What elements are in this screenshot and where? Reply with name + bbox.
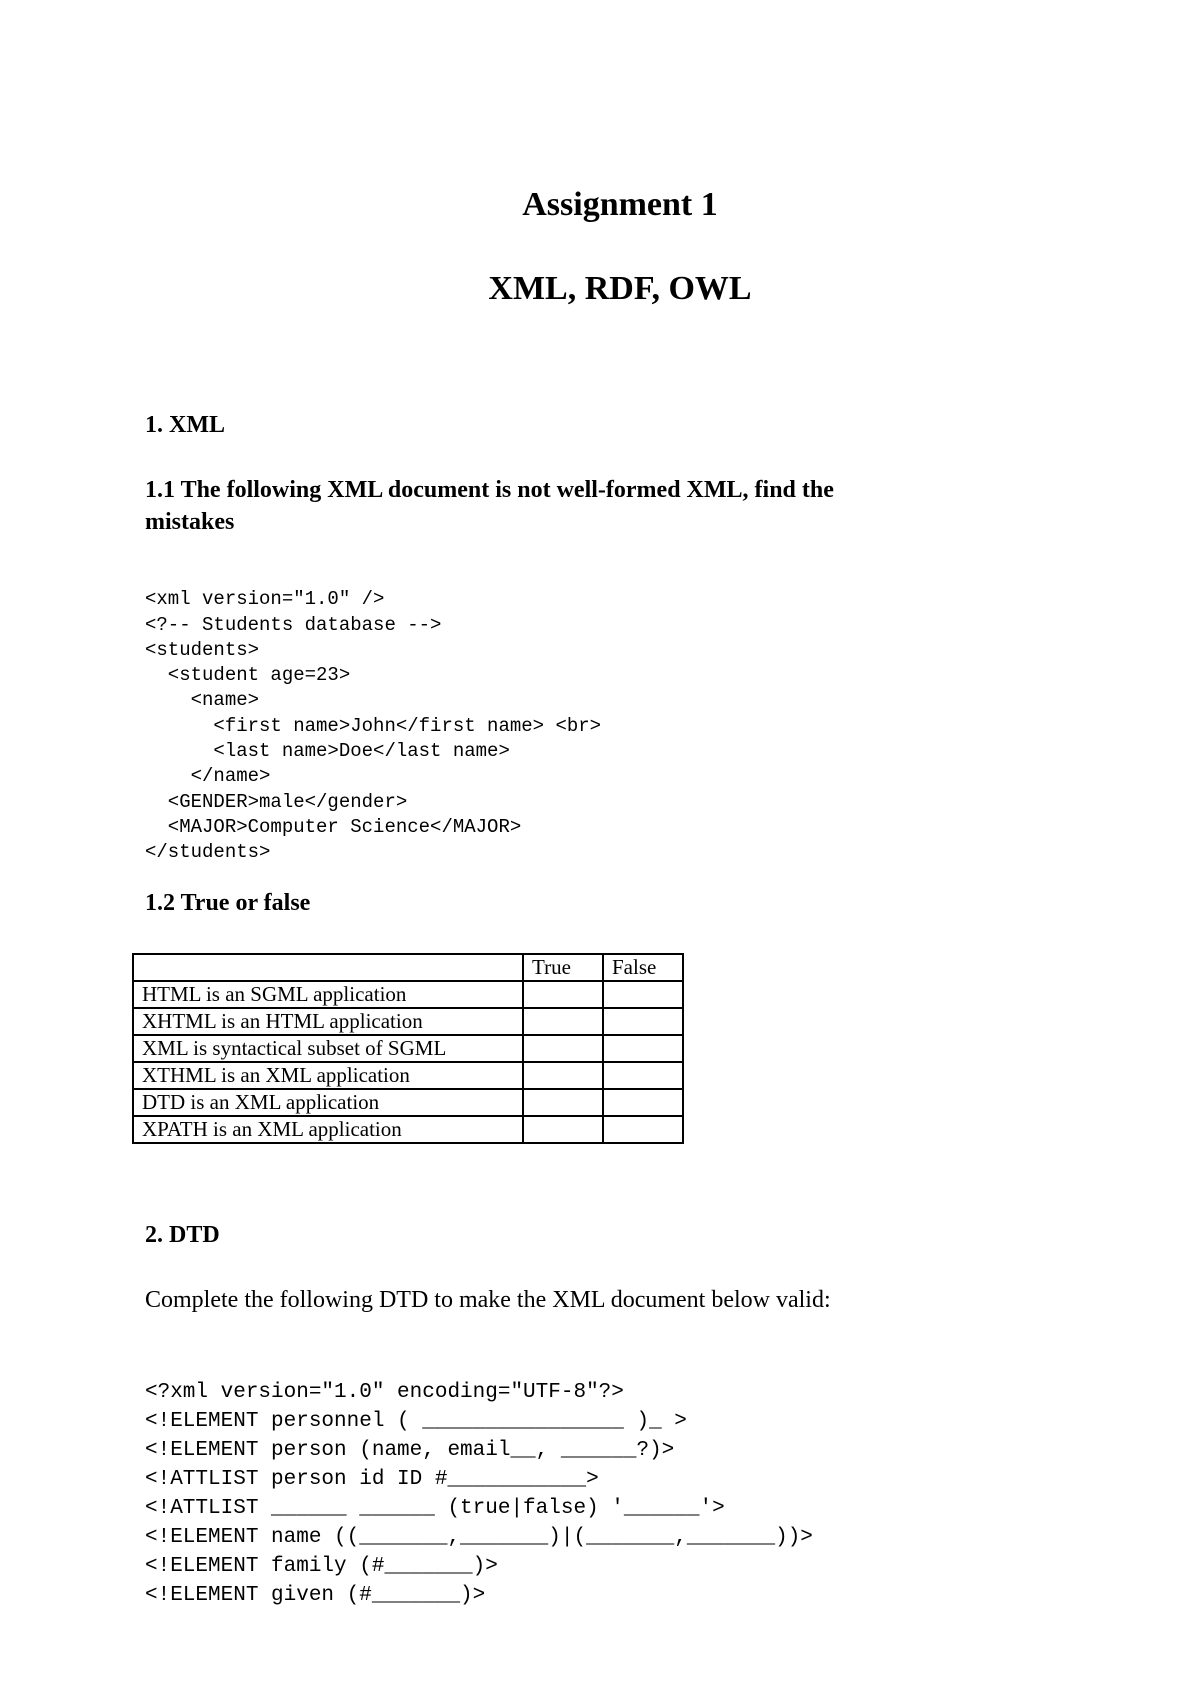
table-row: XTHML is an XML application <box>132 1061 684 1090</box>
statement-cell: HTML is an SGML application <box>132 980 524 1009</box>
table-row: XPATH is an XML application <box>132 1115 684 1144</box>
table-header-false: False <box>602 953 684 982</box>
code-line: <GENDER>male</gender> <box>145 790 408 813</box>
false-cell[interactable] <box>602 1088 684 1117</box>
true-cell[interactable] <box>522 1007 604 1036</box>
code-line: <!ELEMENT family (#_______)> <box>145 1555 498 1578</box>
table-header-true: True <box>522 953 604 982</box>
table-row: DTD is an XML application <box>132 1088 684 1117</box>
question-1-1-heading-line2: mistakes <box>145 509 235 535</box>
false-cell[interactable] <box>602 1115 684 1144</box>
table-row: XHTML is an HTML application <box>132 1007 684 1036</box>
code-line: <?xml version="1.0" encoding="UTF-8"?> <box>145 1381 624 1404</box>
code-line: </students> <box>145 841 271 864</box>
table-header-empty <box>132 953 524 982</box>
false-cell[interactable] <box>602 1061 684 1090</box>
statement-cell: XHTML is an HTML application <box>132 1007 524 1036</box>
statement-cell: XTHML is an XML application <box>132 1061 524 1090</box>
code-line: <name> <box>145 689 260 712</box>
code-line: <last name>Doe</last name> <box>145 740 510 763</box>
statement-cell: XML is syntactical subset of SGML <box>132 1034 524 1063</box>
code-line: <?-- Students database --> <box>145 613 442 636</box>
section-2-heading: 2. DTD <box>145 1222 220 1248</box>
code-line: <!ATTLIST person id ID #___________> <box>145 1468 599 1491</box>
code-line: <student age=23> <box>145 664 351 687</box>
true-cell[interactable] <box>522 1115 604 1144</box>
code-line: <!ELEMENT given (#_______)> <box>145 1584 486 1607</box>
question-1-1-heading-line1: 1.1 The following XML document is not we… <box>145 477 834 503</box>
code-line: <xml version="1.0" /> <box>145 588 385 611</box>
code-line: <first name>John</first name> <br> <box>145 714 602 737</box>
code-line: </name> <box>145 765 271 788</box>
code-line: <!ELEMENT personnel ( ________________ )… <box>145 1410 687 1433</box>
false-cell[interactable] <box>602 980 684 1009</box>
section-2-instruction: Complete the following DTD to make the X… <box>145 1287 831 1313</box>
statement-cell: DTD is an XML application <box>132 1088 524 1117</box>
true-false-table: True False HTML is an SGML application X… <box>132 953 684 1144</box>
section-1-heading: 1. XML <box>145 412 225 438</box>
true-cell[interactable] <box>522 1088 604 1117</box>
table-header-row: True False <box>132 953 684 982</box>
code-line: <!ELEMENT name ((_______,_______)|(_____… <box>145 1526 813 1549</box>
false-cell[interactable] <box>602 1034 684 1063</box>
code-line: <!ELEMENT person (name, email__, ______?… <box>145 1439 675 1462</box>
table-row: XML is syntactical subset of SGML <box>132 1034 684 1063</box>
code-line: <MAJOR>Computer Science</MAJOR> <box>145 815 522 838</box>
table-row: HTML is an SGML application <box>132 980 684 1009</box>
question-1-2-heading: 1.2 True or false <box>145 890 311 916</box>
document-title: Assignment 1 <box>522 186 718 223</box>
document-subtitle: XML, RDF, OWL <box>488 270 752 307</box>
xml-code-block: <xml version="1.0" /> <?-- Students datab… <box>145 562 601 891</box>
statement-cell: XPATH is an XML application <box>132 1115 524 1144</box>
true-cell[interactable] <box>522 1034 604 1063</box>
true-cell[interactable] <box>522 980 604 1009</box>
code-line: <!ATTLIST ______ ______ (true|false) '__… <box>145 1497 725 1520</box>
code-line: <students> <box>145 638 260 661</box>
false-cell[interactable] <box>602 1007 684 1036</box>
true-cell[interactable] <box>522 1061 604 1090</box>
dtd-code-block: <?xml version="1.0" encoding="UTF-8"?> <!… <box>145 1349 813 1639</box>
